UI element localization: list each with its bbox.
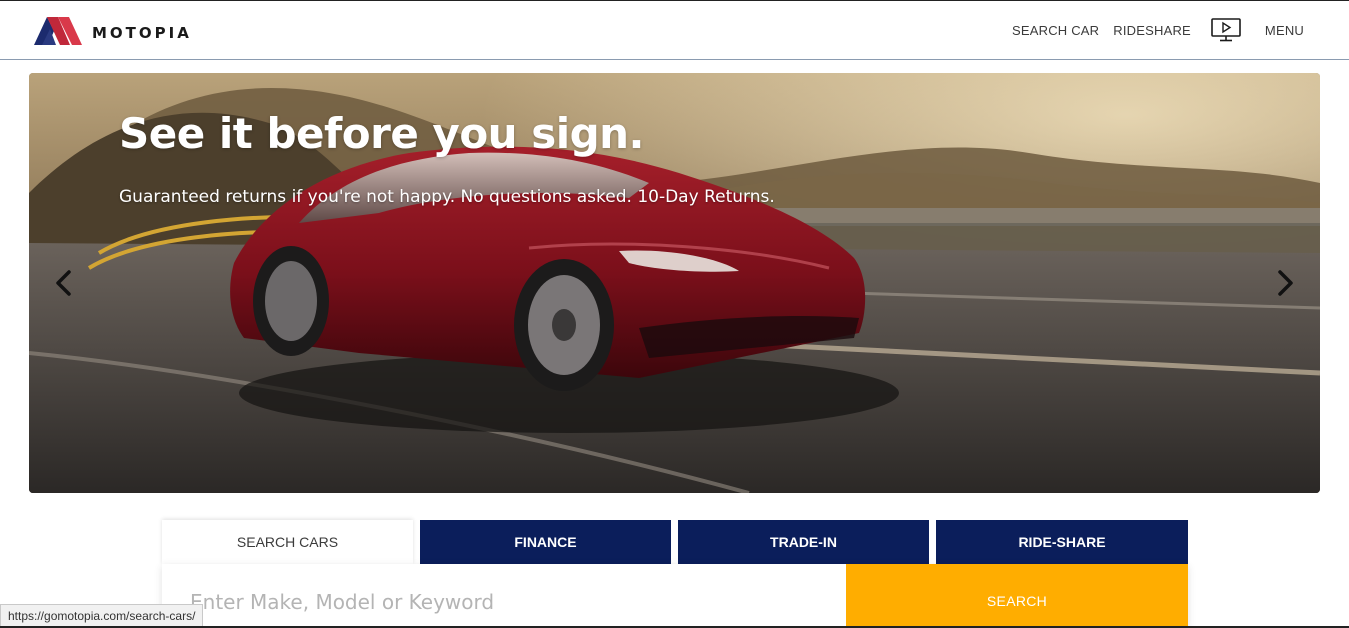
search-input[interactable]: [162, 564, 846, 628]
hero-title: See it before you sign.: [119, 109, 645, 158]
main-nav: SEARCH CAR RIDESHARE MENU: [998, 18, 1304, 42]
motopia-logo-icon: [34, 17, 82, 45]
hero-carousel: See it before you sign. Guaranteed retur…: [29, 73, 1320, 493]
tv-play-icon[interactable]: [1211, 18, 1241, 42]
search-button[interactable]: SEARCH: [846, 564, 1188, 628]
nav-rideshare-link[interactable]: RIDESHARE: [1113, 23, 1191, 38]
menu-button[interactable]: MENU: [1265, 23, 1304, 38]
nav-search-car-link[interactable]: SEARCH CAR: [1012, 23, 1099, 38]
brand-logo[interactable]: MOTOPIA: [34, 15, 192, 45]
site-header: MOTOPIA SEARCH CAR RIDESHARE MENU: [0, 0, 1349, 60]
tab-finance[interactable]: FINANCE: [420, 520, 671, 564]
chevron-right-icon[interactable]: [1270, 268, 1298, 298]
tab-ride-share[interactable]: RIDE-SHARE: [936, 520, 1188, 564]
search-panel: SEARCH: [162, 564, 1188, 628]
status-bar-url: https://gomotopia.com/search-cars/: [0, 604, 204, 628]
chevron-left-icon[interactable]: [51, 268, 79, 298]
tab-trade-in[interactable]: TRADE-IN: [678, 520, 929, 564]
search-tabs: SEARCH CARS FINANCE TRADE-IN RIDE-SHARE: [162, 520, 1188, 564]
hero-subtitle: Guaranteed returns if you're not happy. …: [119, 187, 775, 207]
tab-search-cars[interactable]: SEARCH CARS: [162, 520, 413, 564]
brand-name: MOTOPIA: [92, 24, 192, 42]
